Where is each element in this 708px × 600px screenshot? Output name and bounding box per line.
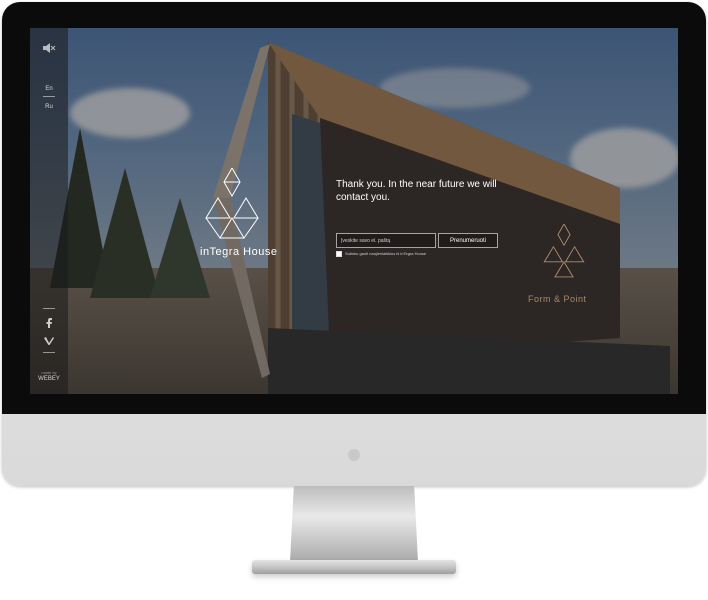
building-sign-text: Form & Point bbox=[528, 294, 587, 304]
divider bbox=[43, 96, 55, 97]
facebook-icon[interactable] bbox=[45, 318, 53, 328]
divider bbox=[43, 308, 55, 309]
consent-checkbox-row[interactable]: Sutinku gauti naujienlaiškius iš inTegra… bbox=[336, 251, 426, 257]
brand-name: inTegra House bbox=[200, 246, 278, 258]
monitor-stand-neck bbox=[290, 486, 418, 562]
monitor-stand-base bbox=[252, 560, 456, 574]
credit-caption: made by bbox=[41, 370, 57, 375]
apple-logo-icon bbox=[348, 449, 360, 461]
language-en-link[interactable]: En bbox=[30, 86, 68, 92]
thank-you-message: Thank you. In the near future we will co… bbox=[336, 179, 497, 203]
vimeo-icon[interactable] bbox=[44, 336, 54, 345]
website-screen: En Ru made by WEBEY inTegra House Thank … bbox=[30, 28, 678, 394]
triangle-diamond-logo-icon bbox=[205, 168, 259, 239]
dark-overlay bbox=[30, 28, 678, 394]
email-input[interactable]: Įveskite savo el. paštą bbox=[336, 233, 436, 248]
consent-label: Sutinku gauti naujienlaiškius iš inTegra… bbox=[345, 251, 427, 257]
divider bbox=[43, 352, 55, 353]
consent-checkbox[interactable] bbox=[336, 251, 342, 257]
side-rail: En Ru made by WEBEY bbox=[30, 28, 68, 394]
language-ru-link[interactable]: Ru bbox=[30, 104, 68, 110]
subscribe-button[interactable]: Prenumeruoti bbox=[438, 233, 498, 248]
volume-mute-icon[interactable] bbox=[42, 42, 56, 54]
building-sign-logo-icon bbox=[543, 224, 585, 278]
credit-link-webey[interactable]: WEBEY bbox=[30, 376, 68, 382]
